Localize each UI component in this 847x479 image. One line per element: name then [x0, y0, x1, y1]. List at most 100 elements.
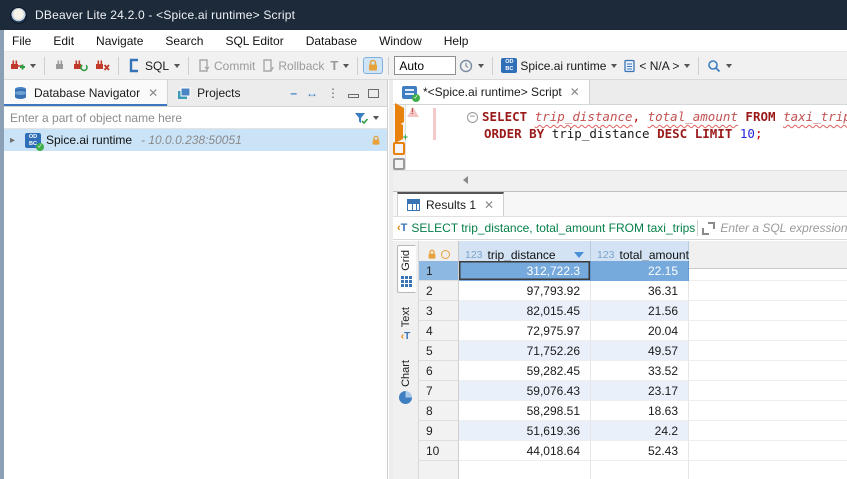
menu-database[interactable]: Database [306, 34, 357, 48]
cell-trip-distance[interactable]: 82,015.45 [459, 301, 591, 321]
cell-trip-distance[interactable]: 59,076.43 [459, 381, 591, 401]
search-icon [707, 59, 721, 73]
link-with-editor-icon[interactable]: ↔ [306, 86, 318, 100]
cell-total-amount[interactable]: 22.15 [591, 261, 689, 281]
cell-total-amount[interactable]: 49.57 [591, 341, 689, 361]
history-button[interactable] [456, 57, 487, 75]
row-number[interactable]: 6 [419, 361, 459, 381]
tab-sql-script[interactable]: ✓ *<Spice.ai runtime> Script ✕ [393, 80, 590, 104]
rollback-button[interactable]: Rollback [258, 56, 327, 75]
cell-total-amount[interactable]: 33.52 [591, 361, 689, 381]
editor-horizontal-scrollbar[interactable] [393, 170, 847, 191]
connection-tree-item[interactable]: ▸ ODBC✓ Spice.ai runtime - 10.0.0.238:50… [4, 129, 387, 151]
cell-trip-distance[interactable]: 312,722.3 [459, 261, 591, 281]
cell-total-amount[interactable]: 18.63 [591, 401, 689, 421]
cell-trip-distance[interactable]: 58,298.51 [459, 401, 591, 421]
cell-empty [459, 461, 591, 479]
projects-icon [177, 87, 191, 100]
result-grid[interactable]: 123 trip_distance 123 total_amount 1 312… [419, 241, 847, 479]
expand-chevron-icon[interactable]: ▸ [10, 135, 20, 146]
connect-button[interactable] [50, 56, 69, 75]
cell-total-amount[interactable]: 52.43 [591, 441, 689, 461]
commit-button[interactable]: Commit [194, 56, 258, 75]
connection-address: - 10.0.0.238:50051 [141, 133, 242, 147]
view-menu-icon[interactable]: ⋮ [327, 86, 339, 100]
cell-trip-distance[interactable]: 44,018.64 [459, 441, 591, 461]
filter-funnel-icon[interactable] [353, 111, 369, 125]
tab-chart[interactable]: Chart [397, 356, 414, 408]
row-number[interactable]: 8 [419, 401, 459, 421]
new-connection-button[interactable] [6, 56, 39, 75]
execute-new-tab-button[interactable]: + [395, 125, 403, 139]
row-number[interactable]: 2 [419, 281, 459, 301]
menu-navigate[interactable]: Navigate [96, 34, 143, 48]
chevron-down-icon[interactable] [373, 116, 379, 120]
row-number[interactable]: 9 [419, 421, 459, 441]
minimize-view-icon[interactable]: – [290, 86, 297, 100]
cell-trip-distance[interactable]: 59,282.45 [459, 361, 591, 381]
menu-edit[interactable]: Edit [53, 34, 74, 48]
tab-text[interactable]: Text ‹T [398, 303, 414, 346]
close-icon[interactable]: ✕ [484, 198, 494, 212]
expand-filter-icon[interactable] [702, 222, 715, 235]
execute-script-new-tab-button[interactable] [393, 158, 405, 171]
sql-editor[interactable]: + −SELECT trip_distance, total_amount FR… [393, 105, 847, 170]
sql-editor-button[interactable]: SQL [124, 56, 183, 75]
cell-total-amount[interactable]: 23.17 [591, 381, 689, 401]
cell-trip-distance[interactable]: 71,752.26 [459, 341, 591, 361]
close-icon[interactable]: ✕ [148, 86, 158, 100]
plug-disconnect-icon [94, 58, 110, 73]
tab-projects[interactable]: Projects [168, 80, 249, 106]
cell-trip-distance[interactable]: 97,793.92 [459, 281, 591, 301]
row-number[interactable]: 5 [419, 341, 459, 361]
row-number[interactable]: 10 [419, 441, 459, 461]
cell-trip-distance[interactable]: 51,619.36 [459, 421, 591, 441]
menu-file[interactable]: File [12, 34, 31, 48]
cell-filler [689, 321, 847, 341]
toolbar-separator [44, 57, 45, 75]
row-number[interactable]: 7 [419, 381, 459, 401]
menu-window[interactable]: Window [379, 34, 422, 48]
cell-total-amount[interactable]: 24.2 [591, 421, 689, 441]
schema-selector[interactable]: < N/A > [620, 57, 693, 75]
connection-selector[interactable]: ODBC Spice.ai runtime [498, 56, 620, 75]
database-file-icon [623, 59, 636, 73]
navigator-tabstrip: Database Navigator ✕ Projects – ↔ ⋮ [4, 80, 387, 107]
readonly-lock-icon [427, 249, 437, 260]
tab-grid[interactable]: Grid [397, 245, 416, 293]
cell-total-amount[interactable]: 36.31 [591, 281, 689, 301]
menu-search[interactable]: Search [165, 34, 203, 48]
execute-statement-button[interactable] [395, 108, 404, 122]
search-button[interactable] [704, 57, 735, 75]
fold-collapse-icon[interactable]: − [467, 112, 478, 123]
cell-total-amount[interactable]: 21.56 [591, 301, 689, 321]
menu-help[interactable]: Help [444, 34, 469, 48]
cell-filler [689, 381, 847, 401]
tab-database-navigator[interactable]: Database Navigator ✕ [4, 80, 168, 106]
autocommit-lock-toggle[interactable] [363, 57, 383, 74]
chart-view-icon [399, 391, 412, 404]
filter-expression-icon: ‹T [397, 222, 407, 234]
commit-mode-input[interactable] [394, 56, 456, 75]
close-icon[interactable]: ✕ [570, 85, 580, 99]
row-number[interactable]: 4 [419, 321, 459, 341]
cell-total-amount[interactable]: 20.04 [591, 321, 689, 341]
maximize-panel-icon[interactable] [368, 89, 379, 98]
tab-results-1[interactable]: Results 1 ✕ [397, 192, 504, 216]
sort-desc-icon[interactable] [574, 252, 584, 258]
sql-code[interactable]: −SELECT trip_distance, total_amount FROM… [419, 105, 847, 170]
transaction-mode-button[interactable]: T [327, 56, 352, 75]
object-filter-input[interactable] [4, 108, 353, 128]
execute-script-button[interactable] [393, 142, 405, 155]
scroll-left-arrow-icon[interactable] [463, 176, 468, 184]
cell-trip-distance[interactable]: 72,975.97 [459, 321, 591, 341]
results-filter-bar[interactable]: ‹T SELECT trip_distance, total_amount FR… [393, 217, 847, 240]
filter-expression-placeholder[interactable]: Enter a SQL expression to [720, 221, 847, 235]
row-number[interactable]: 1 [419, 261, 459, 281]
menu-sql-editor[interactable]: SQL Editor [225, 34, 283, 48]
rollback-icon [261, 58, 275, 73]
reconnect-button[interactable] [69, 56, 91, 75]
disconnect-button[interactable] [91, 56, 113, 75]
minimize-panel-icon[interactable] [348, 94, 359, 98]
row-number[interactable]: 3 [419, 301, 459, 321]
